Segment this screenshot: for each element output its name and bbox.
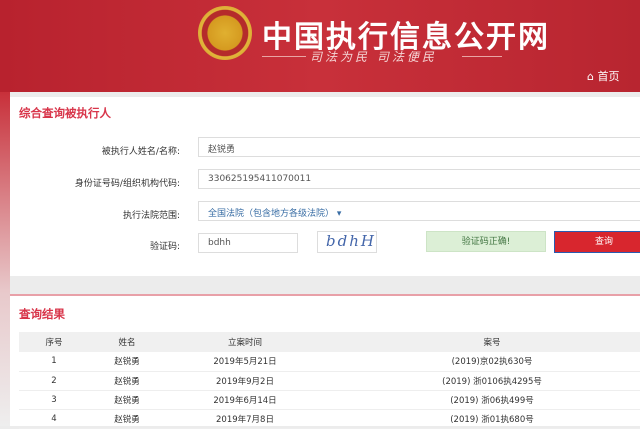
captcha-label: 验证码:	[149, 242, 180, 252]
name-input[interactable]: 赵锐勇	[198, 137, 640, 157]
query-panel: 综合查询被执行人 被执行人姓名/名称: 赵锐勇 身份证号码/组织机构代码: 33…	[10, 97, 640, 276]
table-row[interactable]: 2 赵锐勇 2019年9月2日 (2019) 浙0106执4295号	[19, 371, 640, 391]
column-header: 案号	[325, 332, 640, 352]
table-cell: 2019年7月8日	[165, 409, 325, 429]
results-panel: 查询结果 序号 姓名 立案时间 案号 1 赵锐勇 2019年5月21日 (2019)京…	[10, 294, 640, 429]
search-button[interactable]: 查询	[554, 231, 640, 253]
table-cell: 2019年9月2日	[165, 371, 325, 391]
table-cell: 3	[19, 390, 89, 410]
results-table: 序号 姓名 立案时间 案号 1 赵锐勇 2019年5月21日 (2019)京02执63…	[19, 332, 640, 429]
id-label: 身份证号码/组织机构代码:	[74, 179, 180, 189]
name-label: 被执行人姓名/名称:	[101, 147, 180, 157]
site-header: 中国执行信息公开网 司法为民 司法便民 ⌂ 首页	[0, 0, 640, 92]
captcha-image[interactable]: bdhH	[317, 231, 377, 253]
table-cell: (2019) 浙0106执4295号	[325, 371, 640, 391]
table-cell: 4	[19, 409, 89, 429]
slogan: 司法为民 司法便民	[310, 50, 437, 64]
column-header: 姓名	[89, 332, 165, 352]
table-cell: 2019年6月14日	[165, 390, 325, 410]
home-icon: ⌂	[587, 70, 594, 83]
table-cell: 赵锐勇	[89, 409, 165, 429]
table-row[interactable]: 4 赵锐勇 2019年7月8日 (2019) 浙01执680号	[19, 409, 640, 429]
table-cell: 赵锐勇	[89, 371, 165, 391]
table-header: 序号 姓名 立案时间 案号	[19, 332, 640, 352]
table-row[interactable]: 1 赵锐勇 2019年5月21日 (2019)京02执630号	[19, 352, 640, 372]
captcha-status: 验证码正确!	[426, 231, 546, 252]
court-label: 执行法院范围:	[122, 211, 180, 221]
table-cell: (2019) 浙01执680号	[325, 409, 640, 429]
results-title: 查询结果	[19, 307, 65, 321]
home-link[interactable]: ⌂ 首页	[587, 68, 619, 84]
table-cell: 2	[19, 371, 89, 391]
table-cell: (2019) 浙06执499号	[325, 390, 640, 410]
table-cell: 赵锐勇	[89, 352, 165, 372]
query-title: 综合查询被执行人	[19, 106, 111, 120]
column-header: 序号	[19, 332, 89, 352]
court-select[interactable]: 全国法院（包含地方各级法院） ▾	[198, 201, 640, 221]
captcha-input[interactable]: bdhh	[198, 233, 298, 253]
table-cell: (2019)京02执630号	[325, 352, 640, 372]
table-cell: 赵锐勇	[89, 390, 165, 410]
court-emblem-logo	[198, 6, 252, 60]
id-input[interactable]: 330625195411070011	[198, 169, 640, 189]
table-row[interactable]: 3 赵锐勇 2019年6月14日 (2019) 浙06执499号	[19, 390, 640, 410]
dropdown-arrow-icon: ▾	[336, 209, 342, 219]
divider	[462, 56, 502, 57]
table-cell: 2019年5月21日	[165, 352, 325, 372]
table-cell: 1	[19, 352, 89, 372]
divider	[262, 56, 306, 57]
side-strip	[0, 92, 10, 426]
column-header: 立案时间	[165, 332, 325, 352]
